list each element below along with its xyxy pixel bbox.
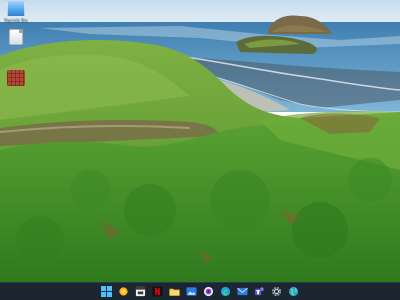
recycle-bin-icon <box>7 1 25 17</box>
file-icon <box>9 29 23 45</box>
taskbar-mail-button[interactable] <box>236 285 249 298</box>
desktop-icon-app[interactable] <box>2 70 30 87</box>
desktop-icon-file[interactable] <box>2 29 30 46</box>
netflix-icon <box>152 286 163 297</box>
teams-icon <box>254 287 264 296</box>
photos-icon <box>186 287 197 296</box>
taskbar <box>0 282 400 300</box>
taskbar-weather-button[interactable] <box>117 285 130 298</box>
gear-icon <box>271 286 282 297</box>
desktop-icon-label: Recycle Bin <box>4 18 28 23</box>
mail-icon <box>237 287 248 296</box>
desktop: Recycle Bin <box>0 0 400 300</box>
taskbar-photos-button[interactable] <box>185 285 198 298</box>
edge-browser-icon <box>220 286 231 297</box>
taskbar-file-explorer-button[interactable] <box>168 285 181 298</box>
taskbar-media-button[interactable] <box>202 285 215 298</box>
media-disc-icon <box>203 286 214 297</box>
taskbar-edge-button[interactable] <box>219 285 232 298</box>
wallpaper-landscape <box>0 0 400 282</box>
calendar-icon <box>135 286 146 297</box>
taskbar-calendar-button[interactable] <box>134 285 147 298</box>
taskbar-netflix-button[interactable] <box>151 285 164 298</box>
folder-icon <box>169 288 180 296</box>
desktop-icon-recycle-bin[interactable]: Recycle Bin <box>2 1 30 23</box>
taskbar-settings-button[interactable] <box>270 285 283 298</box>
windows-start-icon <box>101 286 112 297</box>
app-icon <box>7 70 25 86</box>
weather-icon <box>119 287 128 296</box>
taskbar-start-button[interactable] <box>100 285 113 298</box>
globe-icon <box>288 286 299 297</box>
taskbar-globe-button[interactable] <box>287 285 300 298</box>
taskbar-teams-button[interactable] <box>253 285 266 298</box>
